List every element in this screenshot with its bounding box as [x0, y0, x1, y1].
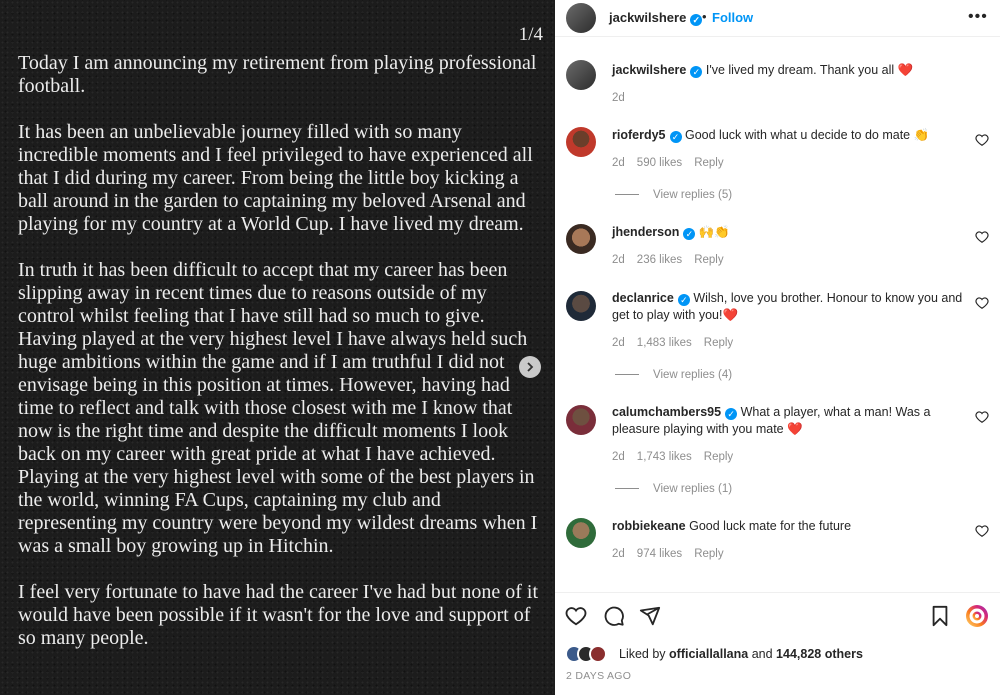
- comment-username[interactable]: rioferdy5: [612, 128, 666, 142]
- comment-age: 2d: [612, 337, 625, 349]
- statement-paragraph: I feel very fortunate to have had the ca…: [18, 581, 539, 649]
- comment-icon[interactable]: [603, 605, 625, 627]
- reply-button[interactable]: Reply: [704, 337, 733, 349]
- comment-username[interactable]: robbiekeane: [612, 519, 686, 533]
- instagram-reels-icon[interactable]: [965, 604, 989, 628]
- chevron-right-icon: [527, 362, 534, 372]
- comment: rioferdy5 ✓ Good luck with what u decide …: [555, 125, 1000, 215]
- heart-icon[interactable]: [975, 230, 989, 244]
- avatar[interactable]: [566, 291, 596, 321]
- share-icon[interactable]: [639, 605, 661, 627]
- view-replies-button[interactable]: View replies (1): [615, 483, 732, 495]
- post-sidebar: jackwilshere ✓ • Follow ••• jackwilshere ✓…: [555, 0, 1000, 695]
- verified-icon: ✓: [669, 131, 682, 143]
- comment: robbiekeane Good luck mate for the futur…: [555, 518, 1000, 568]
- comment-text: Good luck with what u decide to do mate …: [684, 128, 930, 142]
- statement-paragraph: Today I am announcing my retirement from…: [18, 52, 537, 97]
- verified-icon: ✓: [683, 228, 696, 240]
- verified-icon: ✓: [690, 14, 703, 26]
- post-image: 1/4 Today I am announcing my retirement …: [0, 0, 555, 695]
- next-slide-button[interactable]: [519, 356, 541, 378]
- comments-list[interactable]: jackwilshere ✓ I've lived my dream. Thank…: [555, 38, 1000, 590]
- reply-button[interactable]: Reply: [694, 254, 723, 266]
- comment-age: 2d: [612, 254, 625, 266]
- caption: jackwilshere ✓ I've lived my dream. Thank…: [555, 60, 1000, 108]
- bookmark-icon[interactable]: [929, 605, 951, 627]
- caption-age: 2d: [612, 92, 625, 104]
- liker-username[interactable]: officiallallana: [669, 647, 748, 661]
- follow-button[interactable]: Follow: [712, 10, 753, 25]
- retirement-statement: Today I am announcing my retirement from…: [18, 52, 543, 673]
- reply-button[interactable]: Reply: [694, 548, 723, 560]
- comment: declanrice ✓ Wilsh, love you brother. Hon…: [555, 290, 1000, 385]
- avatar[interactable]: [566, 60, 596, 90]
- divider: [615, 488, 639, 490]
- comment-likes[interactable]: 974 likes: [637, 548, 682, 560]
- likes-count[interactable]: 144,828 others: [776, 647, 863, 661]
- post-date: 2 DAYS AGO: [566, 670, 632, 682]
- reply-button[interactable]: Reply: [694, 157, 723, 169]
- likes-summary: Liked by officiallallana and 144,828 oth…: [565, 645, 995, 665]
- comment-text: Good luck mate for the future: [689, 519, 852, 533]
- avatar[interactable]: [566, 405, 596, 435]
- comment-username[interactable]: jhenderson: [612, 225, 679, 239]
- avatar[interactable]: [566, 518, 596, 548]
- comment-username[interactable]: calumchambers95: [612, 405, 721, 419]
- likes-text[interactable]: Liked by officiallallana and 144,828 oth…: [619, 647, 863, 661]
- like-heart-icon[interactable]: [565, 605, 587, 627]
- avatar[interactable]: [566, 224, 596, 254]
- comment-age: 2d: [612, 451, 625, 463]
- verified-icon: ✓: [725, 408, 738, 420]
- caption-username[interactable]: jackwilshere: [612, 63, 686, 77]
- avatar: [589, 645, 607, 663]
- comment-likes[interactable]: 1,743 likes: [637, 451, 692, 463]
- verified-icon: ✓: [677, 294, 690, 306]
- action-bar: [555, 592, 1000, 632]
- comment-likes[interactable]: 236 likes: [637, 254, 682, 266]
- view-replies-button[interactable]: View replies (4): [615, 369, 732, 381]
- verified-icon: ✓: [690, 66, 703, 78]
- comment-text: 🙌👏: [698, 225, 730, 239]
- heart-icon[interactable]: [975, 133, 989, 147]
- more-options-icon[interactable]: •••: [968, 8, 988, 26]
- comment-age: 2d: [612, 157, 625, 169]
- comment: jhenderson ✓ 🙌👏 2d 236 likes Reply: [555, 224, 1000, 274]
- caption-text: I've lived my dream. Thank you all: [705, 63, 895, 77]
- comment-age: 2d: [612, 548, 625, 560]
- comment-likes[interactable]: 1,483 likes: [637, 337, 692, 349]
- avatar[interactable]: [566, 127, 596, 157]
- avatar[interactable]: [566, 3, 596, 33]
- statement-paragraph: It has been an unbelievable journey fill…: [18, 121, 533, 235]
- reply-button[interactable]: Reply: [704, 451, 733, 463]
- slide-counter: 1/4: [518, 24, 543, 45]
- post-header: jackwilshere ✓ • Follow •••: [555, 0, 1000, 37]
- comment-likes[interactable]: 590 likes: [637, 157, 682, 169]
- author-username[interactable]: jackwilshere ✓: [609, 10, 703, 26]
- heart-icon[interactable]: [975, 296, 989, 310]
- divider: [615, 194, 639, 196]
- comment-username[interactable]: declanrice: [612, 291, 674, 305]
- liker-avatars[interactable]: [565, 645, 613, 665]
- separator-dot: •: [702, 9, 707, 24]
- comment: calumchambers95 ✓ What a player, what a m…: [555, 404, 1000, 499]
- divider: [615, 374, 639, 376]
- view-replies-button[interactable]: View replies (5): [615, 189, 732, 201]
- statement-paragraph: In truth it has been difficult to accept…: [18, 259, 538, 557]
- heart-icon[interactable]: [975, 410, 989, 424]
- heart-emoji: ❤️: [897, 63, 914, 77]
- heart-icon[interactable]: [975, 524, 989, 538]
